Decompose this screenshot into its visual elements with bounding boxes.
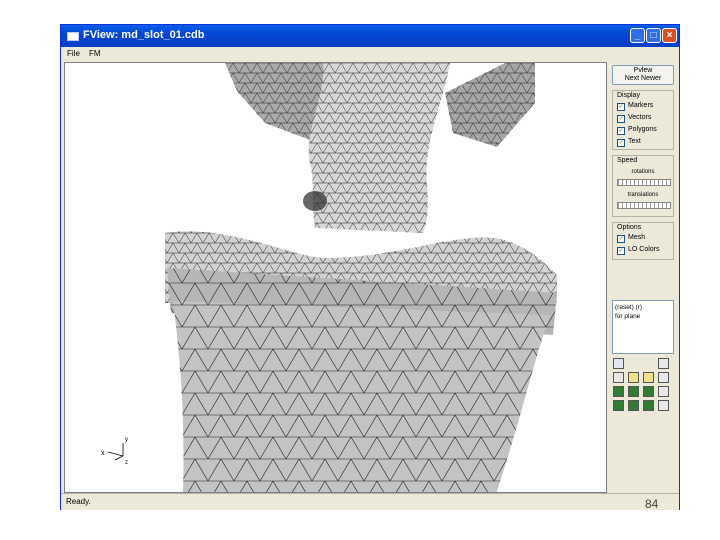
status-bar: Ready. [61,493,679,510]
view-top-icon[interactable] [628,386,639,397]
delete-icon[interactable] [613,372,624,383]
close-tool-icon[interactable] [658,358,669,369]
menu-bar: File FM [61,47,679,61]
checkbox-markers[interactable]: ✓ Markers [617,102,653,111]
checkbox-mesh[interactable]: ✓ Mesh [617,234,645,243]
3d-viewport[interactable]: y x z [64,62,607,493]
checkbox-label: LO Colors [628,246,660,253]
axis-label-x: x [101,450,105,457]
app-window: FView: md_slot_01.cdb _ □ × File FM y x … [60,24,680,510]
open-icon[interactable] [628,372,639,383]
window-title: FView: md_slot_01.cdb [83,29,205,41]
menu-file[interactable]: File [67,49,80,58]
view-back-icon[interactable] [613,400,624,411]
next-button-label: Next Newer [624,75,662,82]
speed-group: Speed rotations translations [612,155,674,217]
translations-slider[interactable] [617,202,671,209]
check-icon: ✓ [617,247,625,255]
checkbox-polygons[interactable]: ✓ Polygons [617,126,657,135]
checkbox-label: Text [628,138,641,145]
checkbox-label: Polygons [628,126,657,133]
status-text: Ready. [66,497,91,506]
view-side-icon[interactable] [643,386,654,397]
properties-icon[interactable] [658,372,669,383]
checkbox-text[interactable]: ✓ Text [617,138,641,147]
translations-label: translations [627,192,659,198]
rotations-slider[interactable] [617,179,671,186]
check-icon: ✓ [617,115,625,123]
minimize-button[interactable]: _ [630,28,645,43]
display-title: Display [617,92,640,99]
view-iso-icon[interactable] [643,400,654,411]
rotate-icon[interactable] [658,386,669,397]
checkbox-label: Vectors [628,114,652,121]
checkbox-lo-colors[interactable]: ✓ LO Colors [617,246,660,255]
display-group: Display ✓ Markers ✓ Vectors ✓ Polygons ✓ Tex… [612,90,674,150]
checkbox-vectors[interactable]: ✓ Vectors [617,114,651,123]
view-button-label: Pvlew [633,67,653,74]
checkbox-label: Markers [628,102,654,109]
checkbox-label: Mesh [628,234,646,241]
view-front-icon[interactable] [613,386,624,397]
check-icon: ✓ [617,127,625,135]
dense-mesh-region [303,191,327,211]
info-textbox[interactable]: (reset) (r) for plane [612,300,674,354]
check-icon: ✓ [617,139,625,147]
title-bar[interactable]: FView: md_slot_01.cdb _ □ × [61,25,679,47]
rotations-label: rotations [631,169,655,175]
folder-icon[interactable] [643,372,654,383]
mesh-render: y x z [101,63,557,492]
view-button[interactable]: Pvlew Next Newer [612,65,674,85]
zoom-icon[interactable] [658,400,669,411]
axis-label-z: z [125,460,128,466]
maximize-button[interactable]: □ [646,28,661,43]
speed-title: Speed [617,157,638,164]
check-icon: ✓ [617,235,625,243]
info-line: (reset) (r) [615,304,643,311]
info-line: for plane [615,313,641,320]
options-group: Options ✓ Mesh ✓ LO Colors [612,222,674,260]
options-title: Options [617,224,642,231]
app-icon [67,32,79,41]
view-bottom-icon[interactable] [628,400,639,411]
close-button[interactable]: × [662,28,677,43]
select-icon[interactable] [613,358,624,369]
axis-label-y: y [125,437,128,443]
slide-page-number: 84 [645,497,659,511]
axis-triad [107,443,124,461]
check-icon: ✓ [617,103,625,111]
control-panel: Pvlew Next Newer Display ✓ Markers ✓ Vecto… [610,62,677,493]
menu-fm[interactable]: FM [89,49,101,58]
